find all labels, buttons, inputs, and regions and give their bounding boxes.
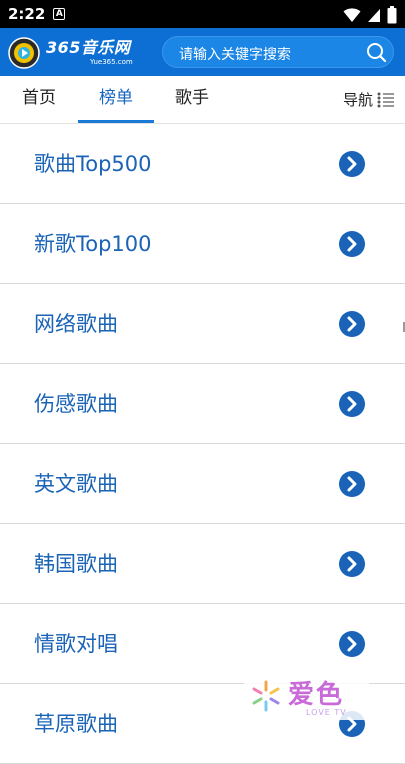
status-indicators (343, 6, 397, 24)
snowflake-icon (252, 680, 280, 712)
chevron-right-circle-icon[interactable] (338, 630, 366, 658)
list-item-label: 情歌对唱 (34, 632, 118, 656)
list-item-label: 伤感歌曲 (34, 392, 118, 416)
watermark-text: 爱色 (288, 680, 345, 710)
notification-app-icon: A (53, 8, 66, 20)
chevron-right-circle-icon[interactable] (338, 470, 366, 498)
logo-subtitle: Yue365.com (90, 58, 133, 66)
list-item[interactable]: 韩国歌曲 (0, 524, 405, 604)
signal-icon (368, 9, 380, 22)
status-time: 2:22 (8, 5, 46, 23)
logo-disc-icon (8, 37, 40, 69)
top-nav: 首页 榜单 歌手 导航 (0, 76, 405, 124)
chart-list: 歌曲Top500 新歌Top100 网络歌曲 伤感歌曲 英文歌曲 韩国歌曲 情歌… (0, 124, 405, 764)
site-logo[interactable]: 365音乐网 Yue365.com (8, 34, 158, 72)
tab-singers[interactable]: 歌手 (164, 76, 220, 123)
list-item-label: 歌曲Top500 (34, 152, 152, 176)
nav-guide-button[interactable]: 导航 (343, 76, 395, 123)
list-item-label: 新歌Top100 (34, 232, 152, 256)
menu-list-icon (377, 92, 394, 107)
battery-icon (387, 6, 397, 24)
list-item[interactable]: 网络歌曲 (0, 284, 405, 364)
chevron-right-circle-icon[interactable] (338, 150, 366, 178)
watermark-subtext: LOVE TV (306, 708, 347, 717)
search-input[interactable]: 请输入关键字搜索 (162, 36, 394, 68)
nav-guide-label: 导航 (342, 91, 373, 109)
watermark: 爱色 LOVE TV (244, 672, 369, 720)
list-item-label: 草原歌曲 (34, 712, 118, 736)
list-item[interactable]: 伤感歌曲 (0, 364, 405, 444)
tab-charts[interactable]: 榜单 (78, 76, 154, 123)
list-item[interactable]: 新歌Top100 (0, 204, 405, 284)
list-item[interactable]: 歌曲Top500 (0, 124, 405, 204)
chevron-right-circle-icon[interactable] (338, 230, 366, 258)
search-placeholder: 请输入关键字搜索 (179, 47, 291, 63)
chevron-right-circle-icon[interactable] (338, 550, 366, 578)
logo-title: 365音乐网 (46, 38, 131, 57)
wifi-icon (343, 8, 361, 22)
search-icon[interactable] (365, 41, 387, 63)
list-item-label: 英文歌曲 (34, 472, 118, 496)
chevron-right-circle-icon[interactable] (338, 390, 366, 418)
tab-home[interactable]: 首页 (12, 76, 66, 123)
status-bar: 2:22 A (0, 0, 405, 28)
chevron-right-circle-icon[interactable] (338, 310, 366, 338)
list-item-label: 网络歌曲 (34, 312, 118, 336)
list-item-label: 韩国歌曲 (34, 552, 118, 576)
app-header: 365音乐网 Yue365.com 请输入关键字搜索 (0, 28, 405, 76)
list-item[interactable]: 英文歌曲 (0, 444, 405, 524)
